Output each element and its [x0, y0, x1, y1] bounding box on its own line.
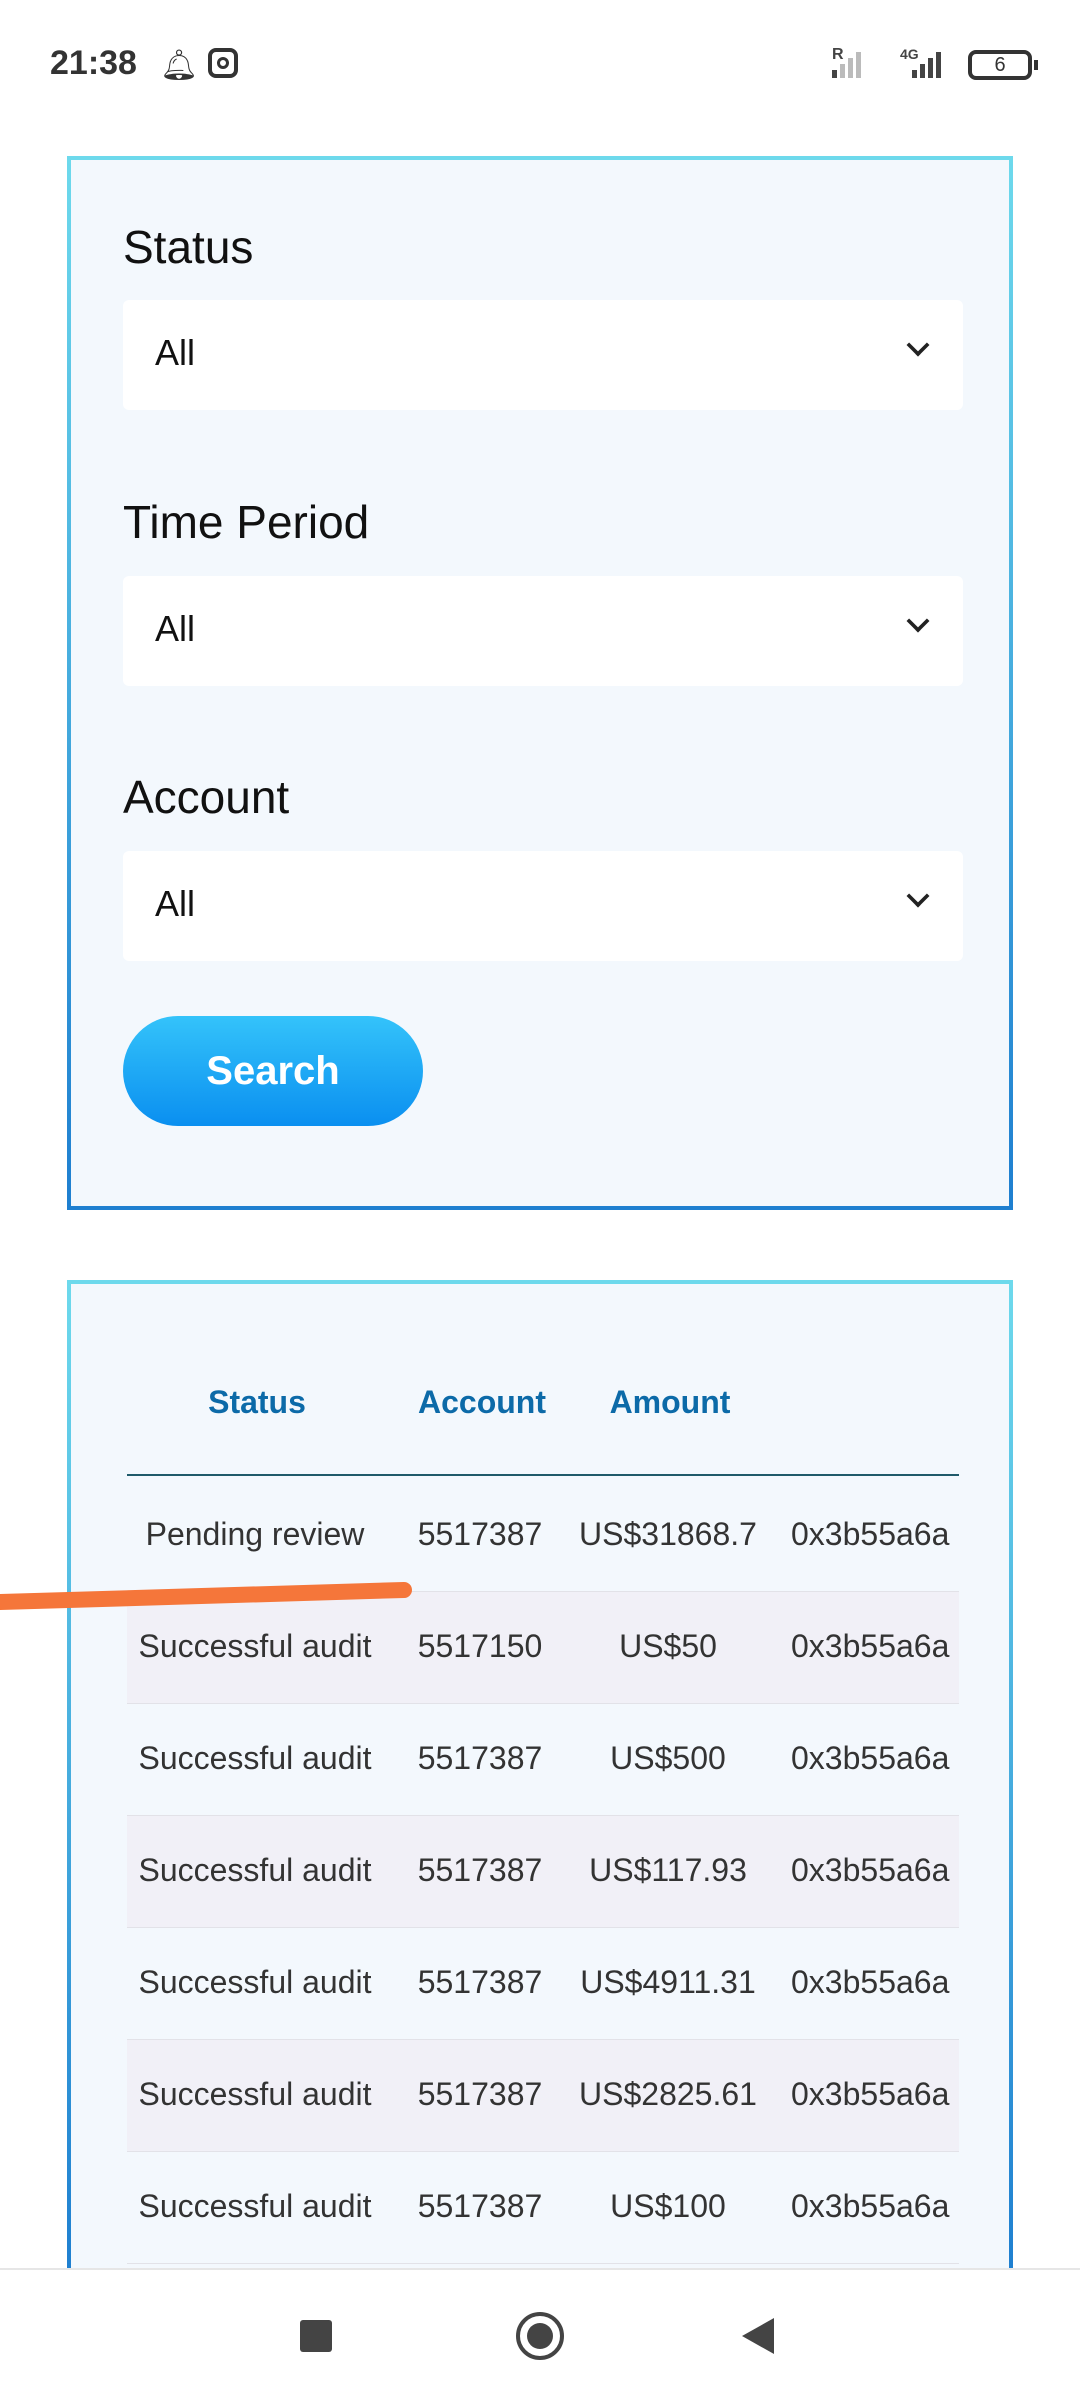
- cell-status: Pending review: [145, 1516, 365, 1552]
- cell-account: 5517387: [417, 2188, 543, 2224]
- table-row[interactable]: Successful audit 5517387 US$500 0x3b55a6a: [127, 1704, 959, 1816]
- orange-annotation-stroke: [0, 1582, 412, 1610]
- search-button[interactable]: Search: [123, 1016, 423, 1126]
- signal-4g-icon: [912, 50, 941, 78]
- chevron-down-icon: [906, 609, 930, 633]
- cell-account: 5517387: [417, 2076, 543, 2112]
- cell-amount: US$100: [610, 2188, 726, 2224]
- account-label: Account: [123, 771, 290, 823]
- cell-status: Successful audit: [138, 2076, 372, 2112]
- time-period-select[interactable]: All: [123, 576, 963, 686]
- results-table: Status Account Amount Pending review 5517…: [67, 1280, 1013, 2280]
- cell-address: 0x3b55a6a: [791, 1628, 950, 1664]
- header-divider: [127, 1474, 959, 1476]
- cell-status: Successful audit: [138, 1852, 372, 1888]
- cell-address: 0x3b55a6a: [791, 2076, 950, 2112]
- chevron-down-icon: [906, 884, 930, 908]
- bell-icon: 🔔︎: [160, 49, 199, 82]
- cell-account: 5517387: [417, 1740, 543, 1776]
- chevron-down-icon: [906, 333, 930, 357]
- signal-icon: [832, 50, 861, 78]
- cell-account: 5517150: [417, 1628, 543, 1664]
- cell-status: Successful audit: [138, 1628, 372, 1664]
- recents-button[interactable]: [300, 2320, 332, 2352]
- cell-amount: US$117.93: [589, 1852, 747, 1888]
- cell-address: 0x3b55a6a: [791, 1852, 950, 1888]
- account-select[interactable]: All: [123, 851, 963, 961]
- filter-panel: Status All Time Period All Account All S…: [67, 156, 1013, 1210]
- status-select-value: All: [155, 332, 196, 373]
- cell-status: Successful audit: [138, 1964, 372, 2000]
- status-bar: 21:38 🔔︎ R 4G 6: [0, 0, 1080, 130]
- status-select[interactable]: All: [123, 300, 963, 410]
- cell-address: 0x3b55a6a: [791, 2188, 950, 2224]
- cell-status: Successful audit: [138, 2188, 372, 2224]
- table-row[interactable]: Successful audit 5517387 US$2825.61 0x3b55a…: [127, 2040, 959, 2152]
- table-row[interactable]: Successful audit 5517387 US$100 0x3b55a6a: [127, 2152, 959, 2264]
- status-label: Status: [123, 221, 254, 273]
- header-amount: Amount: [609, 1384, 731, 1420]
- navigation-bar: [0, 2268, 1080, 2400]
- time-period-select-value: All: [155, 608, 196, 649]
- account-select-value: All: [155, 883, 196, 924]
- cell-address: 0x3b55a6a: [791, 1740, 950, 1776]
- cell-status: Successful audit: [138, 1740, 372, 1776]
- cell-amount: US$50: [619, 1628, 717, 1664]
- header-account: Account: [418, 1384, 546, 1420]
- cell-address: 0x3b55a6a: [791, 1516, 950, 1552]
- header-status: Status: [208, 1384, 306, 1420]
- cell-account: 5517387: [417, 1516, 543, 1552]
- cell-account: 5517387: [417, 1852, 543, 1888]
- cell-amount: US$31868.7: [579, 1516, 757, 1552]
- cell-amount: US$4911.31: [580, 1964, 756, 2000]
- cell-amount: US$2825.61: [579, 2076, 757, 2112]
- table-row[interactable]: Successful audit 5517387 US$4911.31 0x3b55a…: [127, 1928, 959, 2040]
- back-button[interactable]: [742, 2318, 774, 2354]
- home-button[interactable]: [516, 2312, 564, 2360]
- clock: 21:38: [50, 44, 137, 82]
- cell-amount: US$500: [610, 1740, 726, 1776]
- battery-icon: 6: [968, 50, 1038, 80]
- time-period-label: Time Period: [123, 496, 370, 548]
- instagram-icon: [208, 48, 238, 78]
- table-row[interactable]: Successful audit 5517387 US$117.93 0x3b55a6…: [127, 1816, 959, 1928]
- cell-address: 0x3b55a6a: [791, 1964, 950, 2000]
- cell-account: 5517387: [417, 1964, 543, 2000]
